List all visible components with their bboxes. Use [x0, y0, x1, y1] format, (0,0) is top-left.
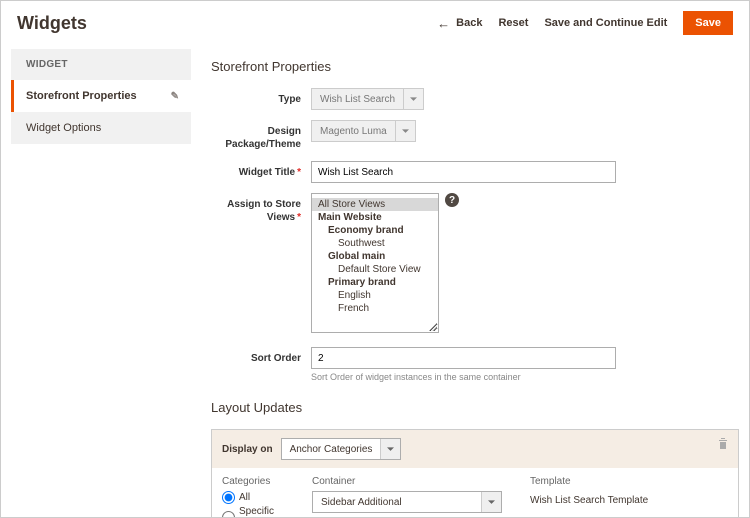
- chevron-down-icon: [403, 89, 423, 109]
- sidebar: WIDGET Storefront Properties ✎ Widget Op…: [1, 49, 191, 518]
- template-value: Wish List Search Template: [530, 491, 648, 506]
- type-select: Wish List Search: [311, 88, 424, 110]
- layout-update-block: Display on Anchor Categories Categories: [211, 429, 739, 518]
- categories-col-label: Categories: [222, 476, 302, 487]
- store-option[interactable]: All Store Views: [312, 198, 438, 211]
- sort-order-input[interactable]: [311, 347, 616, 369]
- sidebar-item-storefront-properties[interactable]: Storefront Properties ✎: [11, 80, 191, 112]
- container-select[interactable]: Sidebar Additional: [312, 491, 502, 513]
- store-option[interactable]: English: [312, 289, 438, 302]
- display-on-label: Display on: [222, 444, 273, 455]
- back-arrow-icon: ←: [437, 16, 450, 31]
- store-views-multiselect[interactable]: All Store Views Main Website Economy bra…: [311, 193, 439, 333]
- store-option[interactable]: Default Store View: [312, 263, 438, 276]
- store-option[interactable]: Southwest: [312, 237, 438, 250]
- pencil-icon: ✎: [171, 91, 179, 102]
- store-option[interactable]: Global main: [312, 250, 438, 263]
- sidebar-section-header: WIDGET: [14, 49, 191, 80]
- main-content: Storefront Properties Type Wish List Sea…: [191, 49, 749, 518]
- help-icon[interactable]: ?: [445, 193, 459, 207]
- widget-title-input[interactable]: [311, 161, 616, 183]
- template-col-label: Template: [530, 476, 648, 487]
- sort-order-hint: Sort Order of widget instances in the sa…: [311, 372, 739, 382]
- chevron-down-icon: [481, 492, 501, 512]
- sidebar-item-widget-options[interactable]: Widget Options: [14, 112, 191, 144]
- chevron-down-icon: [380, 439, 400, 459]
- chevron-down-icon: [395, 121, 415, 141]
- section-title-layout: Layout Updates: [211, 400, 739, 415]
- theme-select: Magento Luma: [311, 120, 416, 142]
- store-views-label: Assign to Store Views*: [211, 193, 311, 224]
- trash-icon[interactable]: [718, 438, 728, 453]
- page-header: Widgets ← Back Reset Save and Continue E…: [1, 1, 749, 49]
- page-title: Widgets: [17, 13, 437, 34]
- widget-title-label: Widget Title*: [211, 161, 311, 179]
- section-title-storefront: Storefront Properties: [211, 59, 739, 74]
- store-option[interactable]: Economy brand: [312, 224, 438, 237]
- radio-all[interactable]: All: [222, 491, 302, 504]
- store-option[interactable]: Main Website: [312, 211, 438, 224]
- save-continue-button[interactable]: Save and Continue Edit: [544, 17, 667, 29]
- store-option[interactable]: French: [312, 302, 438, 315]
- reset-button[interactable]: Reset: [498, 17, 528, 29]
- type-label: Type: [211, 88, 311, 106]
- display-on-select[interactable]: Anchor Categories: [281, 438, 402, 460]
- container-col-label: Container: [312, 476, 502, 487]
- store-option[interactable]: Primary brand: [312, 276, 438, 289]
- back-button[interactable]: ← Back: [437, 16, 482, 31]
- theme-label: Design Package/Theme: [211, 120, 311, 151]
- save-button[interactable]: Save: [683, 11, 733, 35]
- radio-specific[interactable]: Specific Categories: [222, 506, 302, 518]
- sort-order-label: Sort Order: [211, 347, 311, 365]
